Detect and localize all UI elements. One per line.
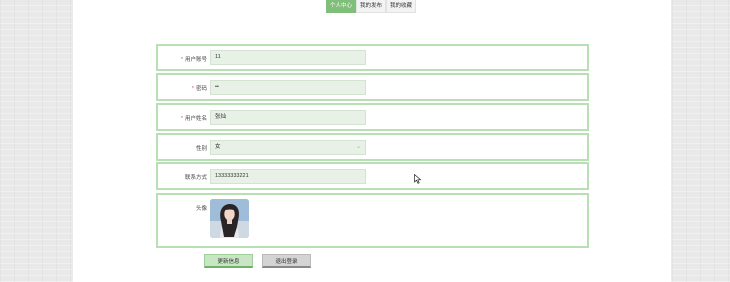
- realname-input[interactable]: 张灿: [210, 110, 366, 125]
- password-label: * 密码: [191, 86, 207, 92]
- gender-value: 女: [215, 144, 221, 150]
- form-row-password: * 密码 ••: [156, 73, 589, 101]
- username-label: * 用户账号: [180, 57, 207, 63]
- form-row-avatar: 头像: [156, 193, 589, 248]
- form-row-gender: 性别 女 ⌄: [156, 133, 589, 161]
- password-input[interactable]: ••: [210, 80, 366, 95]
- tab-my-posts[interactable]: 我的发布: [356, 0, 387, 13]
- avatar-label: 头像: [195, 206, 207, 212]
- username-input[interactable]: 11: [210, 50, 366, 65]
- update-info-button[interactable]: 更新信息: [204, 254, 253, 268]
- required-mark: *: [180, 57, 183, 63]
- form-row-phone: 联系方式 13333333221: [156, 162, 589, 190]
- gender-select[interactable]: 女 ⌄: [210, 140, 366, 155]
- form-row-realname: * 用户姓名 张灿: [156, 103, 589, 131]
- avatar-image[interactable]: [210, 199, 249, 238]
- required-mark: *: [180, 116, 183, 122]
- tab-my-favorites[interactable]: 我的收藏: [386, 0, 417, 13]
- form-row-username: * 用户账号 11: [156, 44, 589, 71]
- avatar-portrait: [210, 199, 249, 238]
- mouse-cursor-icon: [414, 174, 422, 184]
- phone-input[interactable]: 13333333221: [210, 169, 366, 184]
- gender-label: 性别: [195, 146, 207, 152]
- tab-bar: 个人中心 我的发布 我的收藏: [326, 0, 417, 13]
- chevron-down-icon: ⌄: [355, 144, 361, 150]
- realname-label: * 用户姓名: [180, 116, 207, 122]
- logout-button[interactable]: 退出登录: [262, 254, 311, 268]
- phone-label: 联系方式: [184, 175, 207, 181]
- tab-personal-center[interactable]: 个人中心: [326, 0, 357, 13]
- required-mark: *: [191, 86, 194, 92]
